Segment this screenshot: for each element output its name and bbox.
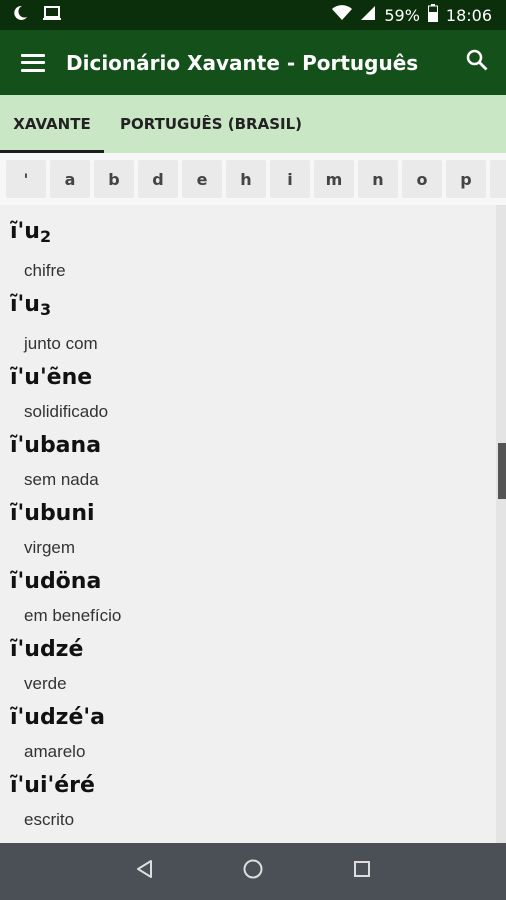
recents-button[interactable] — [342, 852, 382, 892]
letter-e[interactable]: e — [182, 160, 222, 198]
dictionary-list: ĩ'u2 chifre ĩ'u3 junto com ĩ'u'ẽne solid… — [0, 205, 496, 843]
letter-apostrophe[interactable]: ' — [6, 160, 46, 198]
letter-h[interactable]: h — [226, 160, 266, 198]
search-button[interactable] — [448, 30, 506, 95]
signal-icon — [360, 5, 376, 25]
scrollbar-thumb[interactable] — [498, 443, 506, 499]
letter-d[interactable]: d — [138, 160, 178, 198]
meaning: amarelo — [24, 742, 86, 761]
letter-i[interactable]: i — [270, 160, 310, 198]
letter-n[interactable]: n — [358, 160, 398, 198]
tab-portugues[interactable]: PORTUGUÊS (BRASIL) — [104, 95, 304, 153]
headword: ĩ'u2 — [10, 219, 52, 246]
status-bar: 59% 18:06 — [0, 0, 506, 30]
homonym-number: 3 — [39, 300, 52, 319]
search-icon — [466, 49, 488, 76]
meaning: chifre — [24, 261, 66, 280]
headword: ĩ'ubana — [10, 433, 102, 458]
clock: 18:06 — [445, 5, 492, 25]
meaning: verde — [24, 674, 67, 693]
list-item[interactable]: ĩ'ubuni virgem — [0, 499, 496, 567]
tab-bar: XAVANTE PORTUGUÊS (BRASIL) — [0, 95, 506, 153]
headword: ĩ'ubuni — [10, 501, 95, 526]
letter-m[interactable]: m — [314, 160, 354, 198]
navigation-bar — [0, 843, 506, 900]
headword: ĩ'udöna — [10, 569, 102, 594]
app-bar: Dicionário Xavante - Português — [0, 30, 506, 95]
home-button[interactable] — [233, 852, 273, 892]
meaning: virgem — [24, 538, 76, 557]
headword: ĩ'u'ẽne — [10, 365, 93, 390]
list-item[interactable]: ĩ'udzé'a amarelo — [0, 703, 496, 771]
laptop-icon — [42, 5, 62, 26]
list-item[interactable]: ĩ'ubana sem nada — [0, 431, 496, 499]
headword: ĩ'udzé'a — [10, 705, 105, 730]
list-item[interactable]: ĩ'udzé verde — [0, 635, 496, 703]
list-item[interactable]: ĩ'u2 chifre — [0, 217, 496, 290]
back-icon — [135, 859, 153, 884]
home-icon — [242, 858, 264, 885]
menu-button[interactable] — [0, 30, 66, 95]
app-title: Dicionário Xavante - Português — [66, 50, 419, 75]
meaning: solidificado — [24, 402, 109, 421]
meaning: junto com — [24, 334, 98, 353]
letter-a[interactable]: a — [50, 160, 90, 198]
letter-b[interactable]: b — [94, 160, 134, 198]
headword: ĩ'udzé — [10, 637, 84, 662]
headword: ĩ'u3 — [10, 292, 52, 319]
list-item[interactable]: ĩ'udöna em benefício — [0, 567, 496, 635]
meaning: em benefício — [24, 606, 122, 625]
letter-p[interactable]: p — [446, 160, 486, 198]
homonym-number: 2 — [39, 227, 52, 246]
letter-o[interactable]: o — [402, 160, 442, 198]
menu-icon — [21, 53, 45, 72]
letter-index: ' a b d e h i m n o p r — [0, 153, 506, 205]
wifi-icon — [332, 5, 353, 25]
meaning: escrito — [24, 810, 75, 829]
back-button[interactable] — [124, 852, 164, 892]
battery-percent: 59% — [384, 5, 420, 25]
moon-icon — [12, 5, 28, 26]
scrollbar[interactable] — [496, 205, 506, 843]
list-item[interactable]: ĩ'u'ẽne solidificado — [0, 363, 496, 431]
list-item[interactable]: ĩ'u3 junto com — [0, 290, 496, 363]
battery-icon — [427, 4, 438, 26]
letter-r[interactable]: r — [490, 160, 506, 198]
headword: ĩ'ui'éré — [10, 773, 95, 798]
meaning: sem nada — [24, 470, 99, 489]
tab-xavante[interactable]: XAVANTE — [0, 95, 104, 153]
list-item[interactable]: ĩ'ui'éré escrito — [0, 771, 496, 839]
recents-icon — [353, 860, 371, 883]
